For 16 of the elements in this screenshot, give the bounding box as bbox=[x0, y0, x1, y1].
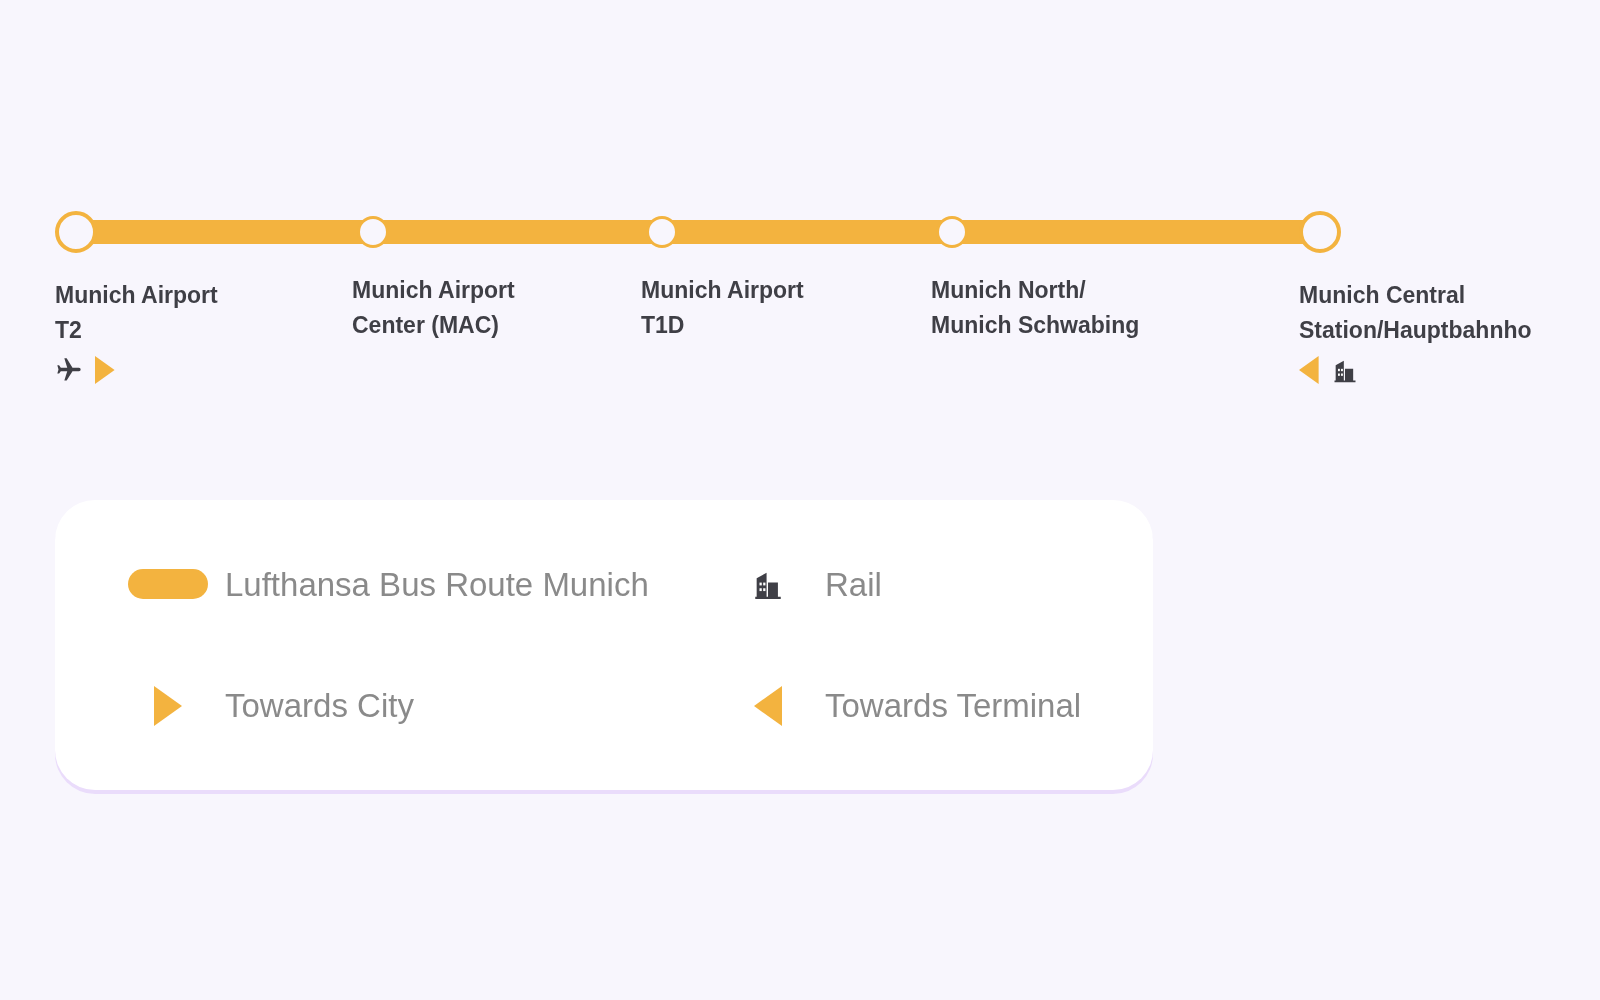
left-triangle-icon bbox=[753, 685, 782, 726]
station-name: Munich Airport Center (MAC) bbox=[352, 276, 516, 340]
airplane-icon bbox=[55, 356, 83, 384]
terminal-station-marker bbox=[1299, 211, 1341, 253]
station-name: Munich Airport T2 bbox=[55, 281, 219, 345]
legend-label: Rail bbox=[825, 564, 882, 605]
right-triangle-icon bbox=[95, 356, 115, 384]
terminal-station-marker bbox=[55, 211, 97, 253]
legend-label: Towards City bbox=[225, 686, 414, 726]
station-name: Munich Central Station/Hauptbahnho bbox=[1299, 281, 1533, 345]
legend-label: Towards Terminal bbox=[825, 686, 1082, 726]
right-triangle-icon bbox=[153, 685, 182, 726]
station-name: Munich Airport T1D bbox=[641, 276, 805, 340]
left-triangle-icon bbox=[1299, 356, 1319, 384]
station-name: Munich North/ Munich Schwabing bbox=[931, 276, 1141, 340]
legend-label: Lufthansa Bus Route Munich bbox=[225, 564, 649, 605]
